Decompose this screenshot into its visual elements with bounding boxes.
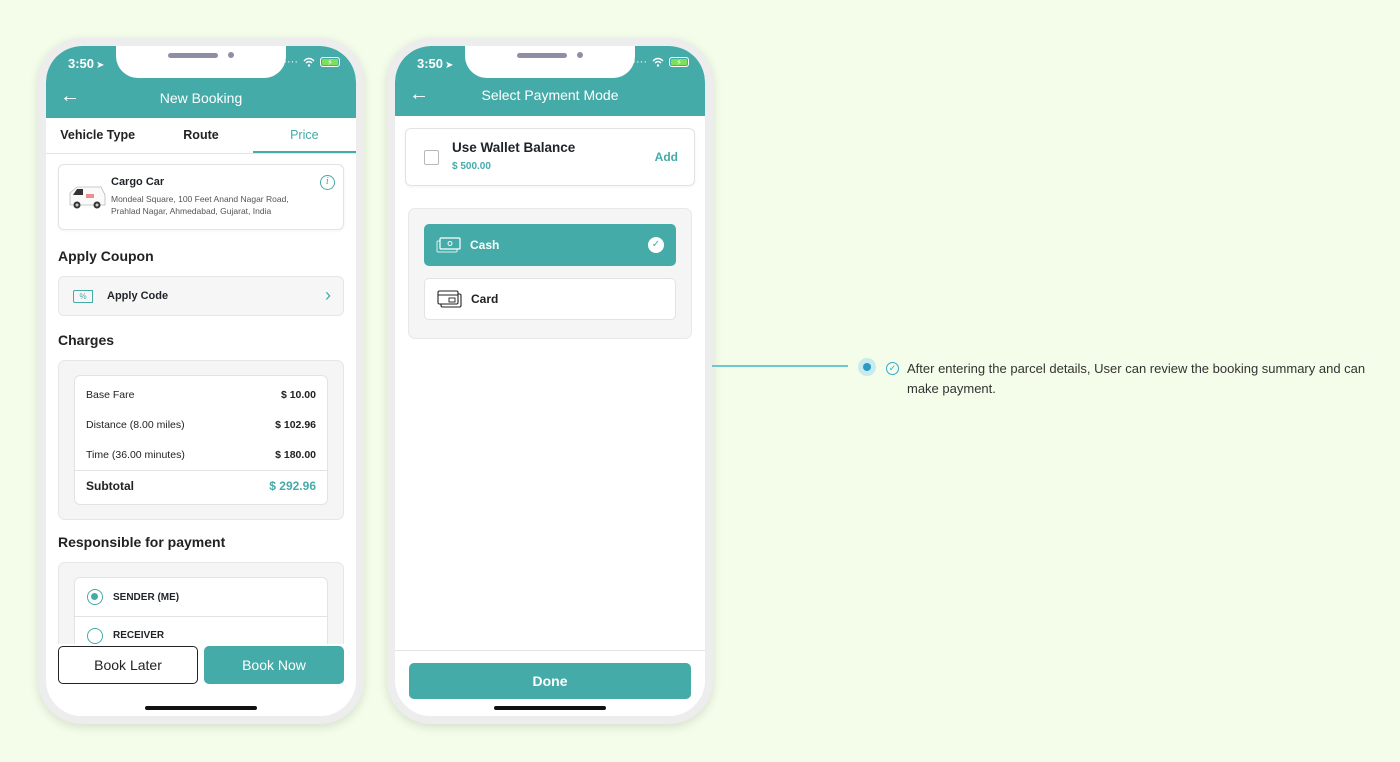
- wallet-checkbox[interactable]: [424, 150, 439, 165]
- screen: 3:50 ➤ ···· ⚡ ← New Booking Vehicle Type …: [46, 46, 356, 716]
- home-indicator: [494, 706, 606, 710]
- wallet-card: Use Wallet Balance $ 500.00 Add: [405, 128, 695, 186]
- add-funds-link[interactable]: Add: [655, 150, 678, 164]
- wallet-label: Use Wallet Balance: [452, 140, 576, 155]
- payer-option-label: SENDER (ME): [113, 591, 180, 603]
- tab-price[interactable]: Price: [252, 118, 356, 153]
- charge-amount: $ 10.00: [280, 389, 316, 401]
- status-icons: ···· ⚡: [283, 56, 340, 68]
- charge-label: Base Fare: [86, 389, 135, 401]
- payment-method-cash[interactable]: Cash ✓: [424, 224, 676, 266]
- subtotal-amount: $ 292.96: [269, 479, 316, 493]
- page-title: New Booking: [159, 90, 243, 106]
- radio-unselected[interactable]: [87, 627, 103, 644]
- page-title: Select Payment Mode: [481, 87, 619, 103]
- location-arrow-icon: ➤: [445, 60, 454, 71]
- info-icon[interactable]: i: [320, 175, 335, 190]
- notch: [465, 46, 635, 78]
- annotation-marker: [858, 358, 876, 376]
- done-button[interactable]: Done: [409, 663, 691, 699]
- subtotal-row: Subtotal $ 292.96: [86, 479, 316, 493]
- tab-route[interactable]: Route: [149, 118, 252, 153]
- status-icons: ···· ⚡: [632, 56, 689, 68]
- status-time: 3:50 ➤: [417, 56, 454, 71]
- battery-icon: ⚡: [320, 57, 340, 67]
- charge-row: Base Fare $ 10.00: [86, 389, 316, 401]
- booking-footer: Book Later Book Now: [46, 644, 356, 716]
- divider: [75, 470, 327, 471]
- wifi-icon: [303, 57, 315, 67]
- cargo-van-icon: [69, 186, 106, 209]
- subtotal-label: Subtotal: [86, 479, 134, 493]
- home-indicator: [145, 706, 257, 710]
- apply-code-label: Apply Code: [107, 290, 169, 302]
- annotation-text: After entering the parcel details, User …: [907, 361, 1366, 396]
- payer-option-sender[interactable]: SENDER (ME): [75, 578, 327, 616]
- app-header: 3:50 ➤ ···· ⚡ ← New Booking: [46, 46, 356, 118]
- charges-table: Base Fare $ 10.00 Distance (8.00 miles) …: [74, 375, 328, 505]
- annotation-connector: [712, 365, 848, 367]
- charges-panel: Base Fare $ 10.00 Distance (8.00 miles) …: [58, 360, 344, 520]
- location-arrow-icon: ➤: [96, 60, 105, 71]
- vehicle-card: Cargo Car Mondeal Square, 100 Feet Anand…: [58, 164, 344, 230]
- radio-selected[interactable]: [87, 589, 103, 605]
- book-now-button[interactable]: Book Now: [204, 646, 344, 684]
- apply-code-button[interactable]: % Apply Code ›: [58, 276, 344, 316]
- status-time: 3:50 ➤: [68, 56, 105, 71]
- coupon-tag-icon: %: [73, 290, 93, 303]
- charge-row: Time (36.00 minutes) $ 180.00: [86, 449, 316, 461]
- check-circle-icon: ✓: [886, 362, 899, 375]
- payment-methods-panel: Cash ✓ Card: [408, 208, 692, 339]
- payer-option-label: RECEIVER: [113, 630, 165, 641]
- app-header: 3:50 ➤ ···· ⚡ ← Select Payment Mode: [395, 46, 705, 116]
- charge-row: Distance (8.00 miles) $ 102.96: [86, 419, 316, 431]
- phone-select-payment: 3:50 ➤ ···· ⚡ ← Select Payment Mode Use W…: [387, 38, 713, 724]
- phone-new-booking: 3:50 ➤ ···· ⚡ ← New Booking Vehicle Type …: [38, 38, 364, 724]
- wifi-icon: [652, 57, 664, 67]
- payment-method-card[interactable]: Card: [424, 278, 676, 320]
- tab-vehicle-type[interactable]: Vehicle Type: [46, 118, 149, 153]
- signal-icon: ····: [283, 56, 298, 68]
- method-label: Card: [471, 292, 499, 306]
- wallet-balance: $ 500.00: [452, 161, 491, 172]
- charge-amount: $ 102.96: [275, 419, 316, 431]
- method-label: Cash: [470, 238, 500, 252]
- book-later-button[interactable]: Book Later: [58, 646, 198, 684]
- charge-amount: $ 180.00: [275, 449, 316, 461]
- credit-card-icon: [437, 290, 462, 308]
- cash-icon: [436, 237, 461, 253]
- booking-tabs: Vehicle Type Route Price: [46, 118, 356, 154]
- payment-footer: Done: [395, 650, 705, 716]
- vehicle-name: Cargo Car: [111, 176, 165, 188]
- checkmark-icon: ✓: [648, 237, 664, 253]
- battery-icon: ⚡: [669, 57, 689, 67]
- vehicle-address: Mondeal Square, 100 Feet Anand Nagar Roa…: [111, 194, 289, 216]
- charges-heading: Charges: [58, 332, 115, 348]
- screen: 3:50 ➤ ···· ⚡ ← Select Payment Mode Use W…: [395, 46, 705, 716]
- charge-label: Time (36.00 minutes): [86, 449, 185, 461]
- payer-heading: Responsible for payment: [58, 534, 226, 550]
- charge-label: Distance (8.00 miles): [86, 419, 185, 431]
- apply-coupon-heading: Apply Coupon: [58, 248, 154, 264]
- notch: [116, 46, 286, 78]
- chevron-right-icon: ›: [325, 285, 331, 305]
- signal-icon: ····: [632, 56, 647, 68]
